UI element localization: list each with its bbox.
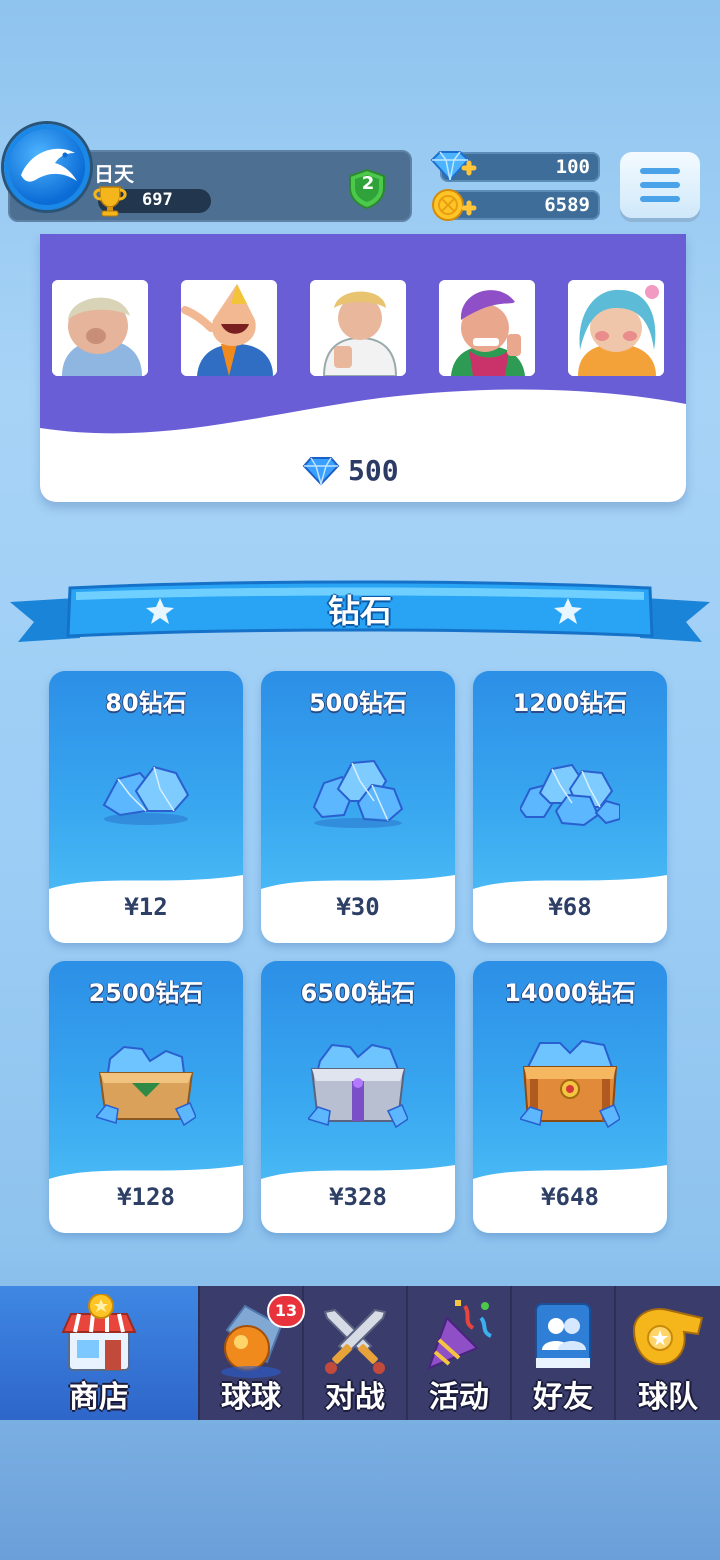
sticker-thumbs-down[interactable] [310, 280, 406, 376]
product-card[interactable]: 2500钻石 ¥128 [49, 961, 243, 1233]
tab-friends[interactable]: 好友 [512, 1286, 616, 1420]
product-price: ¥68 [548, 893, 592, 921]
whistle-icon [632, 1308, 704, 1366]
nav-label: 球队 [638, 1380, 698, 1415]
product-title: 2500钻石 [88, 979, 204, 1007]
nav-label: 商店 [69, 1380, 129, 1415]
tab-balls[interactable]: 13 球球 [200, 1286, 305, 1420]
trophy-value: 697 [142, 190, 173, 210]
tab-events[interactable]: 活动 [408, 1286, 512, 1420]
product-title: 500钻石 [308, 689, 408, 717]
sticker-laugh[interactable] [181, 280, 277, 376]
product-card[interactable]: 80钻石 ¥12 [49, 671, 243, 943]
coin-value: 6589 [544, 194, 590, 216]
diamond-value: 100 [555, 156, 590, 178]
party-icon [427, 1300, 492, 1370]
notification-badge: 13 [267, 1294, 305, 1328]
nav-label: 活动 [429, 1380, 489, 1415]
nav-label: 对战 [325, 1380, 385, 1415]
dolphin-icon [21, 148, 77, 182]
shop-icon [61, 1294, 137, 1371]
friends-icon [535, 1303, 591, 1368]
swords-icon [323, 1308, 387, 1374]
product-title: 6500钻石 [300, 979, 416, 1007]
tab-battle[interactable]: 对战 [304, 1286, 408, 1420]
nav-label: 球球 [221, 1380, 281, 1415]
sticker-pack-card[interactable]: 500 [40, 234, 686, 502]
pack-price-value: 500 [348, 454, 399, 487]
sticker-thumbs-up[interactable] [439, 280, 535, 376]
product-card[interactable]: 500钻石 ¥30 [261, 671, 455, 943]
product-card[interactable]: 1200钻石 ¥68 [473, 671, 667, 943]
sticker-shy[interactable] [568, 280, 664, 376]
nav-label: 好友 [533, 1380, 593, 1415]
level-number: 2 [361, 173, 375, 194]
product-price: ¥648 [541, 1183, 599, 1211]
product-price: ¥12 [124, 893, 168, 921]
gem-pile-small-icon [102, 765, 190, 825]
pack-price[interactable]: 500 [302, 454, 399, 487]
product-card[interactable]: 6500钻石 ¥328 [261, 961, 455, 1233]
gem-chest-gold-icon [520, 1039, 620, 1129]
section-title: 钻石 [327, 592, 392, 630]
product-title: 1200钻石 [512, 689, 628, 717]
avatar[interactable] [4, 124, 90, 210]
gem-box-silver-icon [308, 1043, 408, 1129]
product-title: 80钻石 [105, 689, 187, 717]
gem-pile-large-icon [520, 763, 620, 827]
diamond-icon [302, 456, 340, 486]
product-price: ¥30 [336, 893, 380, 921]
sticker-sad[interactable] [52, 280, 148, 376]
gem-pile-medium-icon [312, 759, 404, 828]
trophy-icon [93, 186, 127, 217]
gem-box-wood-icon [96, 1045, 196, 1127]
coin-add-icon[interactable] [428, 186, 478, 224]
tab-team[interactable]: 球队 [616, 1286, 720, 1420]
bottom-nav: 商店 13 球球 对战 活动 好友 球队 [0, 1286, 720, 1420]
product-price: ¥128 [117, 1183, 175, 1211]
product-title: 14000钻石 [504, 979, 636, 1007]
menu-button[interactable] [620, 152, 700, 218]
product-card[interactable]: 14000钻石 ¥648 [473, 961, 667, 1233]
diamond-add-icon[interactable] [428, 148, 478, 186]
product-price: ¥328 [329, 1183, 387, 1211]
tab-shop[interactable]: 商店 [0, 1286, 200, 1420]
